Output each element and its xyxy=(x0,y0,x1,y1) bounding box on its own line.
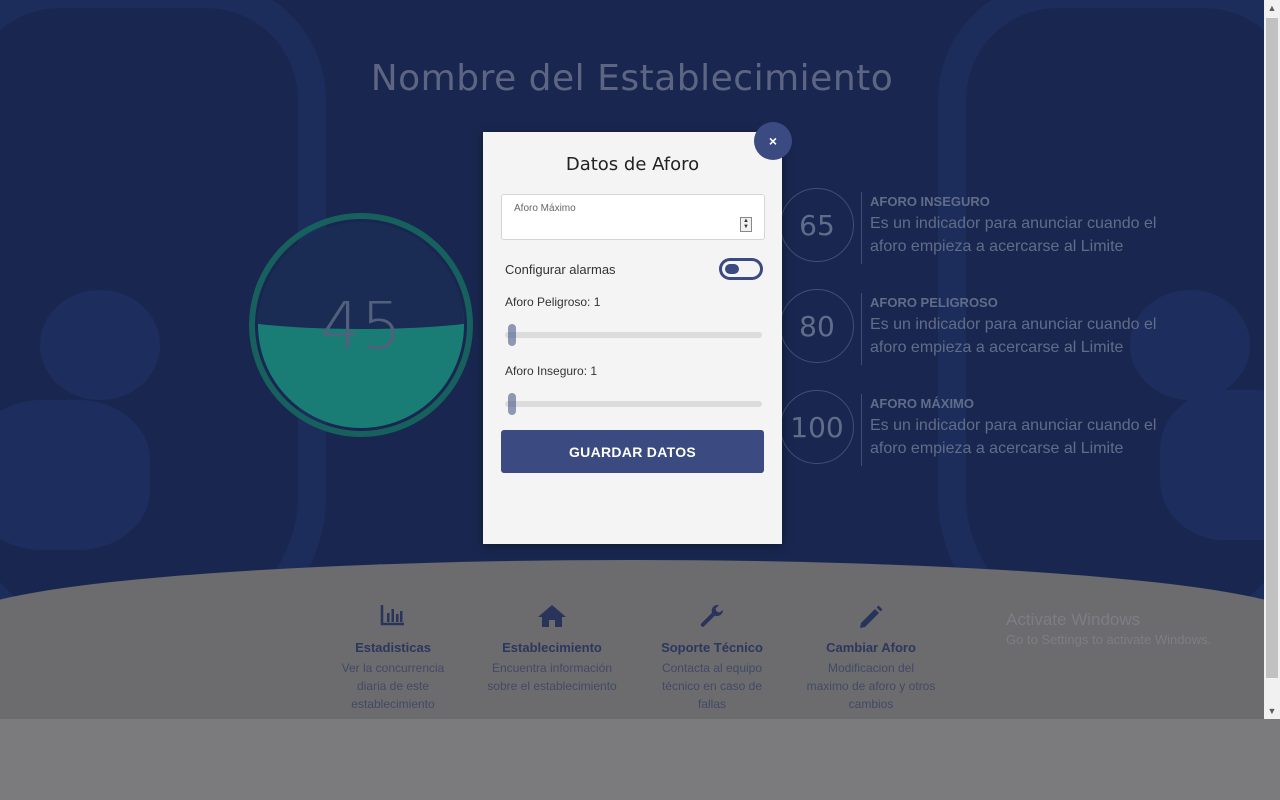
dangerous-slider-track[interactable] xyxy=(505,332,762,338)
alarms-label: Configurar alarmas xyxy=(505,262,616,277)
max-capacity-label: Aforo Máximo xyxy=(514,203,576,214)
modal-title: Datos de Aforo xyxy=(565,154,700,175)
alarms-row: Configurar alarmas xyxy=(505,258,763,280)
toggle-knob xyxy=(725,264,739,274)
max-capacity-field[interactable]: Aforo Máximo ▲ ▼ xyxy=(501,194,765,240)
unsafe-slider-label: Aforo Inseguro: 1 xyxy=(505,364,598,378)
alarms-toggle[interactable] xyxy=(719,258,763,280)
close-icon[interactable]: × xyxy=(754,122,792,160)
save-button[interactable]: GUARDAR DATOS xyxy=(501,430,764,473)
max-capacity-input[interactable] xyxy=(512,217,736,237)
scroll-thumb[interactable] xyxy=(1266,18,1278,678)
unsafe-slider-handle[interactable] xyxy=(508,393,516,415)
scroll-down-arrow-icon[interactable]: ▼ xyxy=(1264,703,1280,719)
unsafe-slider-track[interactable] xyxy=(505,401,762,407)
aforo-modal: Datos de Aforo Aforo Máximo ▲ ▼ Configura… xyxy=(483,132,782,544)
scrollbar[interactable]: ▲ ▼ xyxy=(1264,0,1280,719)
dangerous-slider-label: Aforo Peligroso: 1 xyxy=(505,295,601,309)
number-spinner-icon[interactable]: ▲ ▼ xyxy=(740,217,752,232)
scroll-up-arrow-icon[interactable]: ▲ xyxy=(1264,0,1280,16)
dangerous-slider-handle[interactable] xyxy=(508,324,516,346)
